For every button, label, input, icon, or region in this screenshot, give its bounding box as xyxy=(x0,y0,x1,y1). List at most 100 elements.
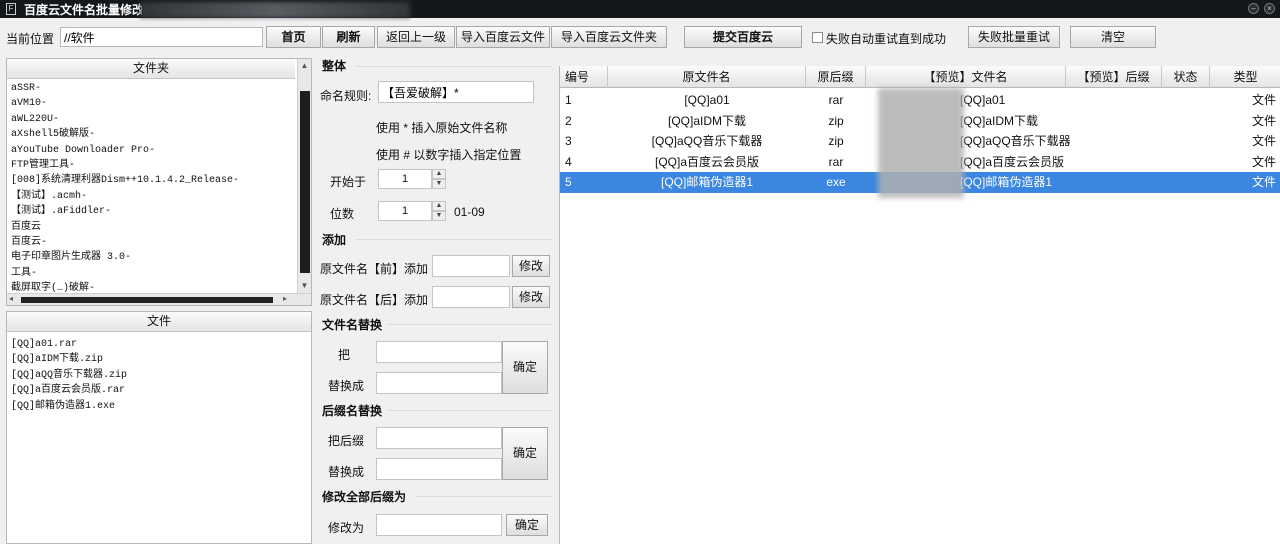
path-input[interactable] xyxy=(60,27,263,47)
replace-ext-to-input[interactable] xyxy=(376,458,502,480)
col-name[interactable]: 原文件名 xyxy=(608,66,806,88)
start-up-icon[interactable]: ▲ xyxy=(432,169,446,179)
folder-item[interactable]: 百度云- xyxy=(11,235,295,250)
col-no[interactable]: 编号 xyxy=(560,66,608,88)
home-button[interactable]: 首页 xyxy=(266,26,321,48)
replace-ext-from-input[interactable] xyxy=(376,427,502,449)
cell-ext: zip xyxy=(828,113,844,128)
file-item[interactable]: [QQ]邮箱伪造器1.exe xyxy=(11,399,307,414)
change-all-ext-title: 修改全部后缀为 xyxy=(322,490,407,504)
folder-item[interactable]: 截屏取字(…)破解- xyxy=(11,281,295,293)
back-add-label: 原文件名【后】添加 xyxy=(320,293,429,307)
start-down-icon[interactable]: ▼ xyxy=(432,179,446,189)
change-all-ext-ok-button[interactable]: 确定 xyxy=(506,514,548,536)
folder-item[interactable]: 电子印章图片生成器 3.0- xyxy=(11,250,295,265)
folder-vscroll[interactable]: ▲ ▼ xyxy=(297,59,311,293)
digits-value[interactable]: 1 xyxy=(378,201,432,221)
folder-vscroll-thumb[interactable] xyxy=(300,91,310,273)
batch-retry-button[interactable]: 失败批量重试 xyxy=(968,26,1060,48)
digits-down-icon[interactable]: ▼ xyxy=(432,211,446,221)
folder-item[interactable]: aSSR- xyxy=(11,81,295,96)
scroll-up-icon[interactable]: ▲ xyxy=(298,59,311,73)
minimize-icon[interactable]: – xyxy=(1248,3,1259,14)
cell-ext: exe xyxy=(826,175,846,190)
back-add-modify-button[interactable]: 修改 xyxy=(512,286,550,308)
file-header: 文件 xyxy=(7,312,311,332)
cell-ext: rar xyxy=(828,93,844,107)
cell-type: 文件 xyxy=(1251,93,1276,107)
file-panel: 文件 [QQ]a01.rar [QQ]aIDM下载.zip [QQ]aQQ音乐下载器… xyxy=(6,311,312,544)
folder-header: 文件夹 xyxy=(7,59,295,79)
start-label: 开始于 xyxy=(330,175,367,189)
file-item[interactable]: [QQ]aQQ音乐下载器.zip xyxy=(11,368,307,383)
cell-name: [QQ]aIDM下载 xyxy=(667,113,746,128)
digit-range: 01-09 xyxy=(454,205,485,219)
window-title: 百度云文件名批量修改 xyxy=(24,3,142,17)
app-icon: F xyxy=(6,3,16,15)
col-preview-ext[interactable]: 【预览】后缀 xyxy=(1066,66,1162,88)
cell-type: 文件 xyxy=(1251,113,1276,128)
import-file-button[interactable]: 导入百度云文件 xyxy=(456,26,550,48)
folder-item[interactable]: 【测试】.aFiddler- xyxy=(11,204,295,219)
folder-list[interactable]: aSSR-aVM10- aWL220U-aXshell5破解版-aYouTube … xyxy=(11,81,295,293)
hint-hash: 使用 # 以数字插入指定位置 xyxy=(376,148,522,162)
cell-preview-name: [QQ]aIDM下载 xyxy=(960,113,1039,128)
scroll-down-icon[interactable]: ▼ xyxy=(298,279,311,293)
replace-name-ok-button[interactable]: 确定 xyxy=(502,341,548,394)
folder-item[interactable]: aVM10- xyxy=(11,96,295,111)
col-preview-name[interactable]: 【预览】文件名 xyxy=(866,66,1066,88)
folder-item[interactable]: [008]系统清理利器Dism++10.1.4.2_Release- xyxy=(11,173,295,188)
clear-button[interactable]: 清空 xyxy=(1070,26,1156,48)
back-add-input[interactable] xyxy=(432,286,510,308)
folder-item[interactable]: 【测试】.acmh- xyxy=(11,189,295,204)
cell-no: 2 xyxy=(565,113,572,128)
whole-title: 整体 xyxy=(322,59,347,73)
replace-name-to-label: 替换成 xyxy=(328,379,365,393)
start-value[interactable]: 1 xyxy=(378,169,432,189)
col-ext[interactable]: 原后缀 xyxy=(806,66,866,88)
file-item[interactable]: [QQ]a01.rar xyxy=(11,337,307,352)
col-type[interactable]: 类型 xyxy=(1210,66,1280,88)
refresh-button[interactable]: 刷新 xyxy=(322,26,375,48)
cell-preview-name: [QQ]a百度云会员版 xyxy=(960,154,1065,169)
scroll-left-icon[interactable]: ◂ xyxy=(9,294,13,303)
replace-ext-ok-button[interactable]: 确定 xyxy=(502,427,548,480)
up-level-button[interactable]: 返回上一级 xyxy=(377,26,455,48)
folder-hscroll[interactable]: ◂ ▸ xyxy=(7,293,311,305)
auto-retry-checkbox[interactable] xyxy=(812,32,823,43)
path-label: 当前位置 xyxy=(6,32,55,46)
submit-button[interactable]: 提交百度云 xyxy=(684,26,802,48)
close-icon[interactable]: × xyxy=(1264,3,1275,14)
folder-item[interactable]: 百度云 xyxy=(11,220,295,235)
folder-item[interactable]: 工具- xyxy=(11,266,295,281)
folder-item[interactable]: aWL220U- xyxy=(11,112,295,127)
folder-panel: 文件夹 aSSR-aVM10- aWL220U-aXshell5破解版-aYouT… xyxy=(6,58,312,306)
file-item[interactable]: [QQ]a百度云会员版.rar xyxy=(11,383,307,398)
rule-input[interactable] xyxy=(378,81,534,103)
replace-name-to-input[interactable] xyxy=(376,372,502,394)
change-all-ext-input[interactable] xyxy=(376,514,502,536)
toolbar: 当前位置 首页 刷新 返回上一级 导入百度云文件 导入百度云文件夹 提交百度云 … xyxy=(0,22,1280,52)
cell-name: [QQ]a百度云会员版 xyxy=(654,154,759,169)
file-item[interactable]: [QQ]aIDM下载.zip xyxy=(11,352,307,367)
digits-up-icon[interactable]: ▲ xyxy=(432,201,446,211)
scroll-right-icon[interactable]: ▸ xyxy=(283,294,287,303)
replace-name-title: 文件名替换 xyxy=(322,318,383,332)
col-status[interactable]: 状态 xyxy=(1162,66,1210,88)
cell-type: 文件 xyxy=(1251,154,1276,169)
import-folder-button[interactable]: 导入百度云文件夹 xyxy=(551,26,667,48)
file-list[interactable]: [QQ]a01.rar [QQ]aIDM下载.zip [QQ]aQQ音乐下载器.zi… xyxy=(11,337,307,537)
front-add-modify-button[interactable]: 修改 xyxy=(512,255,550,277)
folder-item[interactable]: aYouTube Downloader Pro- xyxy=(11,143,295,158)
folder-hscroll-thumb[interactable] xyxy=(21,297,273,303)
cell-no: 5 xyxy=(565,175,572,190)
table-header: 编号 原文件名 原后缀 【预览】文件名 【预览】后缀 状态 类型 xyxy=(560,66,1280,88)
front-add-input[interactable] xyxy=(432,255,510,277)
cell-type: 文件 xyxy=(1251,175,1276,190)
replace-ext-to-label: 替换成 xyxy=(328,465,365,479)
cell-no: 3 xyxy=(565,134,572,149)
folder-item[interactable]: FTP管理工具- xyxy=(11,158,295,173)
add-title: 添加 xyxy=(322,233,347,247)
replace-name-from-input[interactable] xyxy=(376,341,502,363)
folder-item[interactable]: aXshell5破解版- xyxy=(11,127,295,142)
